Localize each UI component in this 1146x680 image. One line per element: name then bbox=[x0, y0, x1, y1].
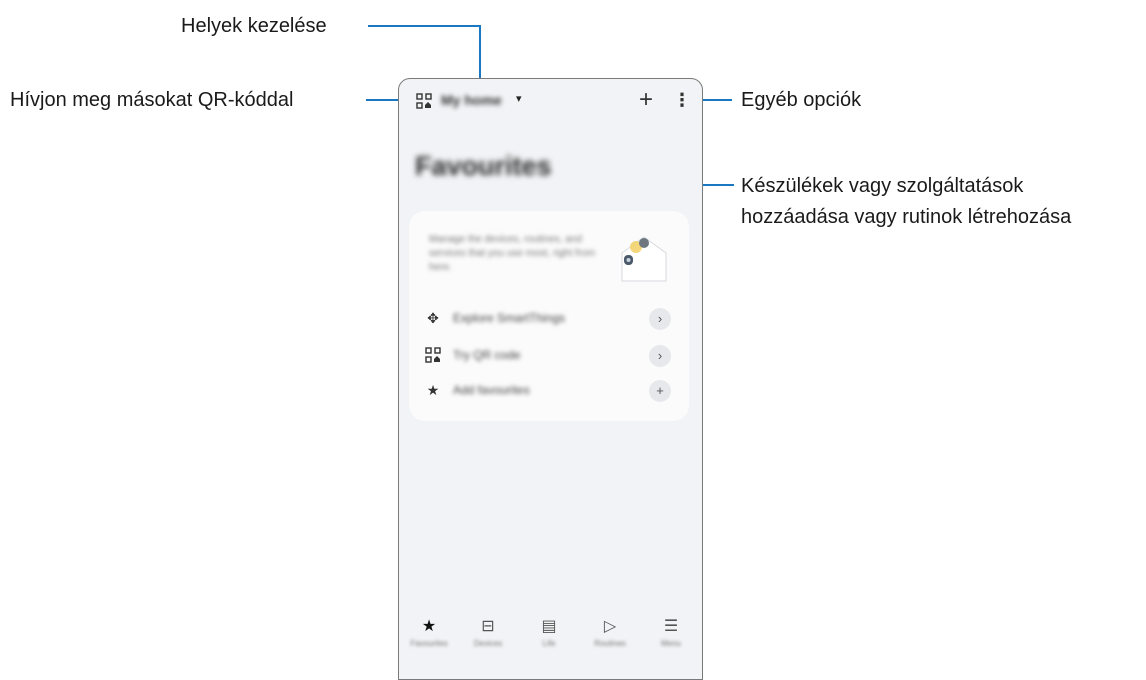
list-item[interactable]: ★ Add favourites + bbox=[409, 376, 689, 406]
page-title: Favourites bbox=[415, 151, 552, 181]
row-label: Add favourites bbox=[453, 383, 530, 397]
tab-devices[interactable]: ⊟ Devices bbox=[466, 617, 510, 648]
callout-add-devices-line1: Készülékek vagy szolgáltatások bbox=[741, 175, 1024, 197]
tab-life[interactable]: ▤ Life bbox=[527, 617, 571, 648]
add-button[interactable]: + bbox=[639, 87, 653, 113]
add-icon[interactable]: + bbox=[649, 380, 671, 402]
callout-invite-qr: Hívjon meg másokat QR-kóddal bbox=[10, 89, 294, 111]
top-app-bar: My home ▾ + ⋮ bbox=[399, 79, 702, 123]
chevron-right-icon[interactable]: › bbox=[649, 308, 671, 330]
star-icon: ★ bbox=[421, 618, 437, 635]
more-options-button[interactable]: ⋮ bbox=[673, 90, 691, 110]
tab-label: Life bbox=[542, 639, 556, 648]
bottom-navigation: ★ Favourites ⊟ Devices ▤ Life ▷ Routines… bbox=[399, 609, 702, 669]
phone-screen: My home ▾ + ⋮ Favourites Manage the devi… bbox=[398, 78, 703, 680]
tab-label: Favourites bbox=[410, 639, 448, 648]
devices-icon: ⊟ bbox=[481, 618, 495, 635]
tab-label: Devices bbox=[473, 639, 503, 648]
star-icon: ★ bbox=[426, 382, 440, 398]
tab-menu[interactable]: ☰ Menu bbox=[649, 617, 693, 648]
row-label: Explore SmartThings bbox=[453, 311, 566, 325]
smartthings-icon: ✥ bbox=[427, 310, 439, 326]
list-item[interactable]: ✥ Explore SmartThings › bbox=[409, 304, 689, 334]
tab-label: Menu bbox=[660, 639, 681, 648]
chevron-right-icon[interactable]: › bbox=[649, 345, 671, 367]
list-item[interactable]: Try QR code › bbox=[409, 341, 689, 371]
tab-routines[interactable]: ▷ Routines bbox=[588, 617, 632, 648]
menu-icon: ☰ bbox=[663, 618, 679, 635]
location-selector[interactable]: My home bbox=[441, 92, 502, 108]
qr-code-icon bbox=[425, 347, 441, 366]
tab-favourites[interactable]: ★ Favourites bbox=[407, 617, 451, 648]
card-description: Manage the devices, routines, and servic… bbox=[429, 234, 596, 273]
row-label: Try QR code bbox=[453, 348, 521, 362]
callout-add-devices-line2: hozzáadása vagy rutinok létrehozása bbox=[741, 206, 1072, 228]
callout-other-options: Egyéb opciók bbox=[741, 89, 862, 111]
home-illustration-icon bbox=[614, 229, 674, 285]
life-icon: ▤ bbox=[541, 618, 557, 635]
callout-manage-locations: Helyek kezelése bbox=[181, 15, 327, 37]
play-circle-icon: ▷ bbox=[603, 618, 617, 635]
chevron-down-icon[interactable]: ▾ bbox=[516, 92, 522, 105]
qr-code-icon[interactable] bbox=[416, 93, 432, 109]
tab-label: Routines bbox=[594, 639, 626, 648]
